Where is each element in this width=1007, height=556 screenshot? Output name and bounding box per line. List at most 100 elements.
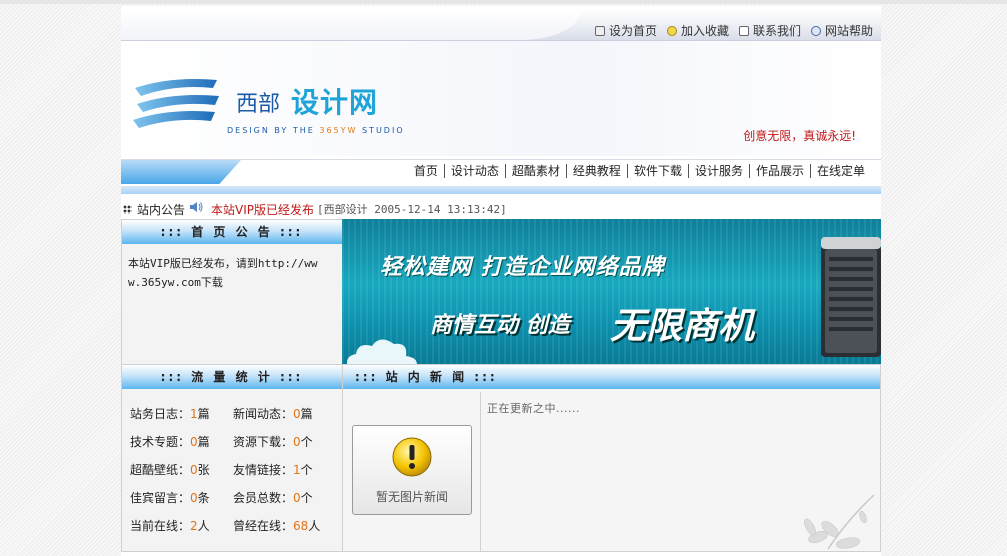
speaker-icon (190, 202, 203, 212)
add-favorite-label: 加入收藏 (680, 24, 729, 38)
stat-online-now: 当前在线：2人 (130, 517, 233, 534)
warning-icon (392, 437, 432, 477)
notice-box: ::: 首 页 公 告 ::: 本站VIP版已经发布，请到http://www.… (121, 219, 343, 366)
picture-news-placeholder[interactable]: 暂无图片新闻 (352, 425, 472, 515)
stat-site-log: 站务日志：1篇 (130, 405, 233, 422)
announcement-bar: 站内公告 本站VIP版已经发布 [西部设计 2005-12-14 13:13:4… (121, 200, 881, 220)
server-icon (821, 237, 881, 357)
logo-en-suffix: STUDIO (357, 126, 405, 135)
news-header: ::: 站 内 新 闻 ::: (343, 365, 880, 389)
stat-label: 超酷壁纸： (130, 463, 191, 477)
site-help-link[interactable]: 网站帮助 (810, 22, 873, 39)
stat-unit: 篇 (197, 435, 210, 449)
stat-value: 1 (190, 407, 198, 421)
nav-item-tutorials[interactable]: 经典教程 (565, 164, 627, 178)
stat-tech-topics: 技术专题：0篇 (130, 433, 233, 450)
stat-label: 新闻动态： (233, 407, 294, 421)
announcement-meta: [西部设计 2005-12-14 13:13:42] (317, 203, 507, 216)
stat-label: 会员总数： (233, 491, 294, 505)
add-favorite-link[interactable]: 加入收藏 (666, 22, 729, 39)
announcement-title-link[interactable]: 本站VIP版已经发布 (211, 201, 314, 218)
logo-text-west: 西部 (236, 92, 281, 117)
utility-links: 设为首页 加入收藏 联系我们 网站帮助 (594, 22, 873, 39)
stat-unit: 个 (300, 463, 313, 477)
stat-unit: 篇 (197, 407, 210, 421)
stat-unit: 人 (308, 519, 321, 533)
site-help-label: 网站帮助 (824, 24, 873, 38)
stat-label: 技术专题： (130, 435, 191, 449)
stat-value: 0 (190, 491, 198, 505)
news-status-text: 正在更新之中...... (487, 402, 580, 415)
stat-value: 0 (293, 435, 301, 449)
ad-tagline: 无限商机 (610, 306, 755, 347)
stat-guestbook: 佳宾留言：0条 (130, 489, 233, 506)
favorite-icon (666, 25, 677, 36)
stat-members: 会员总数：0个 (233, 489, 342, 506)
news-divider (480, 392, 481, 551)
stats-grid: 站务日志：1篇 新闻动态：0篇 技术专题：0篇 资源下载：0个 超酷壁纸：0张 … (130, 405, 342, 534)
notice-text: 本站VIP版已经发布，请到http://www.365yw.com下载 (128, 257, 318, 289)
nav-item-design-service[interactable]: 设计服务 (687, 164, 749, 178)
nav-item-online-order[interactable]: 在线定单 (809, 164, 871, 178)
page-container: 设为首页 加入收藏 联系我们 网站帮助 西部 设计网 DESIGN BY THE… (121, 6, 881, 556)
main-nav: 首页 设计动态 超酷素材 经典教程 软件下载 设计服务 作品展示 在线定单 (121, 159, 881, 188)
stat-unit: 个 (300, 491, 313, 505)
ad-subline: 商情互动 创造 (430, 313, 570, 338)
ad-banner[interactable]: 轻松建网 打造企业网络品牌 商情互动 创造 无限商机 (342, 219, 881, 364)
stat-value: 0 (190, 435, 198, 449)
stat-news: 新闻动态：0篇 (233, 405, 342, 422)
logo-wave-icon[interactable] (131, 74, 221, 136)
flower-decoration-icon (804, 494, 875, 550)
home-icon (594, 25, 605, 36)
nav-items: 首页 设计动态 超酷素材 经典教程 软件下载 设计服务 作品展示 在线定单 (408, 164, 871, 178)
logo-english-tagline: DESIGN BY THE 365YW STUDIO (227, 126, 405, 135)
stat-value: 2 (190, 519, 198, 533)
stat-wallpapers: 超酷壁纸：0张 (130, 461, 233, 478)
nav-item-home[interactable]: 首页 (408, 164, 444, 178)
stat-value: 1 (293, 463, 301, 477)
stat-label: 资源下载： (233, 435, 294, 449)
cloud-icon (347, 339, 417, 364)
ad-headline: 轻松建网 打造企业网络品牌 (380, 255, 665, 280)
stat-label: 曾经在线： (233, 519, 294, 533)
contact-us-label: 联系我们 (752, 24, 801, 38)
stat-label: 当前在线： (130, 519, 191, 533)
stat-label: 站务日志： (130, 407, 191, 421)
header-banner: 西部 设计网 DESIGN BY THE 365YW STUDIO 创意无限，真… (121, 41, 881, 156)
utility-bar-curve (121, 10, 581, 40)
stats-header: ::: 流 量 统 计 ::: (122, 365, 342, 389)
logo-en-prefix: DESIGN BY THE (227, 126, 320, 135)
stat-value: 0 (293, 491, 301, 505)
stats-box: ::: 流 量 统 计 ::: 站务日志：1篇 新闻动态：0篇 技术专题：0篇 … (121, 364, 343, 552)
logo-text-design-net: 设计网 (291, 86, 379, 119)
nav-item-design-news[interactable]: 设计动态 (443, 164, 505, 178)
site-slogan: 创意无限，真诚永远! (743, 129, 856, 143)
announcement-label: 站内公告 (137, 203, 186, 217)
nav-item-downloads[interactable]: 软件下载 (626, 164, 688, 178)
logo-en-highlight: 365YW (319, 126, 358, 135)
stat-unit: 张 (197, 463, 210, 477)
stat-unit: 人 (197, 519, 210, 533)
contact-icon (738, 25, 749, 36)
stat-label: 佳宾留言： (130, 491, 191, 505)
stat-value: 0 (190, 463, 198, 477)
nav-decor-tab (121, 160, 241, 184)
set-homepage-label: 设为首页 (608, 24, 657, 38)
stat-unit: 个 (300, 435, 313, 449)
no-picture-news-label: 暂无图片新闻 (375, 490, 448, 504)
help-icon (810, 25, 821, 36)
news-box: ::: 站 内 新 闻 ::: 暂无图片新闻 正在更新之中...... (342, 364, 881, 552)
stat-peak-online: 曾经在线：68人 (233, 517, 342, 534)
dots-icon (123, 205, 132, 214)
stat-label: 友情链接： (233, 463, 294, 477)
news-body: 暂无图片新闻 正在更新之中...... (343, 392, 880, 551)
contact-us-link[interactable]: 联系我们 (738, 22, 801, 39)
nav-band (121, 186, 881, 194)
stat-value: 0 (293, 407, 301, 421)
stat-value: 68 (293, 519, 309, 533)
stat-unit: 条 (197, 491, 210, 505)
nav-item-cool-materials[interactable]: 超酷素材 (504, 164, 566, 178)
set-homepage-link[interactable]: 设为首页 (594, 22, 657, 39)
stat-friend-links: 友情链接：1个 (233, 461, 342, 478)
nav-item-portfolio[interactable]: 作品展示 (748, 164, 810, 178)
